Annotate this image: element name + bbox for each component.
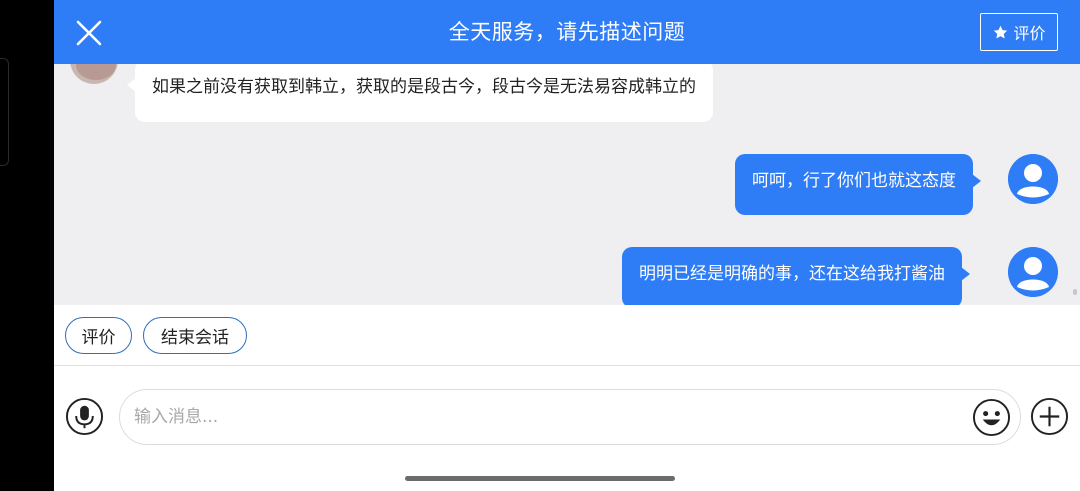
input-bar [54, 366, 1080, 491]
user-avatar [1008, 154, 1058, 204]
rate-button[interactable]: 评价 [980, 13, 1058, 51]
more-button[interactable] [1030, 397, 1069, 436]
scroll-indicator [1073, 289, 1077, 295]
rate-button-label: 评价 [1013, 24, 1046, 43]
emoji-button[interactable] [972, 398, 1011, 437]
message-text-field[interactable] [134, 390, 964, 444]
chat-message-list[interactable]: 如果之前没有获取到韩立，获取的是段古今，段古今是无法易容成韩立的 呵呵，行了你们… [54, 64, 1080, 305]
quick-actions-bar: 评价 结束会话 [54, 305, 1080, 366]
header-bar: 全天服务，请先描述问题 评价 [54, 0, 1080, 64]
microphone-icon [65, 397, 104, 436]
message-input[interactable] [119, 389, 1021, 445]
chat-app: 全天服务，请先描述问题 评价 如果之前没有获取到韩立，获取的是段古今，段古今是无… [54, 0, 1080, 491]
user-icon [1008, 247, 1058, 297]
voice-button[interactable] [65, 397, 104, 436]
message-bubble-user: 明明已经是明确的事，还在这给我打酱油 [622, 247, 970, 305]
quick-action-end-session[interactable]: 结束会话 [143, 317, 247, 354]
message-bubble-user: 呵呵，行了你们也就这态度 [735, 154, 981, 215]
plus-icon [1030, 397, 1069, 436]
emoji-icon [972, 398, 1011, 437]
quick-action-rate[interactable]: 评价 [65, 317, 132, 354]
page-title: 全天服务，请先描述问题 [448, 20, 686, 44]
edge-notch [0, 58, 9, 166]
agent-avatar [70, 64, 118, 84]
user-avatar [1008, 247, 1058, 297]
home-indicator[interactable] [405, 476, 675, 481]
screen-left-edge [0, 0, 54, 491]
star-icon [994, 25, 1008, 39]
user-icon [1008, 154, 1058, 204]
message-bubble-agent: 如果之前没有获取到韩立，获取的是段古今，段古今是无法易容成韩立的 [127, 64, 713, 122]
